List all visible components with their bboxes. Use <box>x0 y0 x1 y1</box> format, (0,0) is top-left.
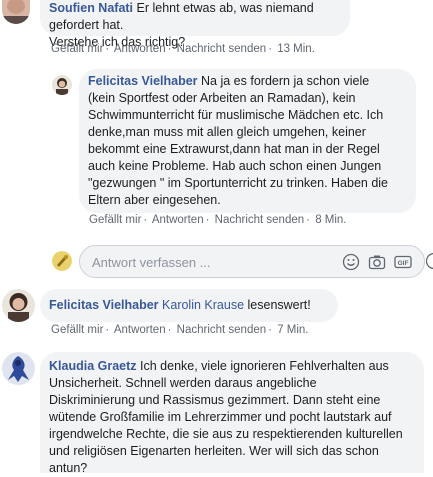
comment-author[interactable]: Felicitas Vielhaber <box>88 74 198 88</box>
comment-bubble: Felicitas Vielhaber Na ja es fordern ja … <box>79 69 416 213</box>
sticker-icon[interactable] <box>426 252 433 275</box>
reply-input[interactable] <box>90 252 334 273</box>
comment-text: Na ja es fordern ja schon viele <box>201 74 369 88</box>
avatar[interactable] <box>52 75 72 95</box>
comment-actions: Gefällt mir· Antworten· Nachricht senden… <box>89 214 347 226</box>
current-user-avatar <box>52 251 72 271</box>
emoji-icon[interactable] <box>342 253 360 276</box>
comment-author[interactable]: Felicitas Vielhaber <box>49 298 159 312</box>
avatar[interactable] <box>2 289 35 322</box>
comment-text: und religiösen Eigenarten herleiten. Wer… <box>49 444 379 458</box>
timestamp[interactable]: 13 Min. <box>277 43 315 55</box>
like-link[interactable]: Gefällt mir <box>51 43 103 55</box>
comment-bubble: Klaudia Graetz Ich denke, viele ignorier… <box>40 352 424 473</box>
comment-text: auch keine Probleme. Hab auch schon eine… <box>88 159 381 173</box>
comment-text: Unsicherheit. Schnell werden daraus ange… <box>49 376 317 390</box>
timestamp[interactable]: 8 Min. <box>315 214 346 226</box>
comment-text: Schwimmunterricht für muslimische Mädche… <box>88 108 383 122</box>
like-link[interactable]: Gefällt mir <box>89 214 141 226</box>
comment-text: "gezwungen " im Sportunterricht zu trink… <box>88 176 388 190</box>
comment-actions: Gefällt mir· Antworten· Nachricht senden… <box>51 324 309 336</box>
comment-text: Diskriminierung und Rassismus gezimmert.… <box>49 393 380 407</box>
comment-text: Ich denke, viele ignorieren Fehlverhalte… <box>140 359 389 373</box>
svg-text:GIF: GIF <box>398 260 409 267</box>
comment-text: denke,man muss mit allen gleich umgehen,… <box>88 125 366 139</box>
comment-bubble: Soufien Nafati Er lehnt etwas ab, was ni… <box>40 0 350 36</box>
message-link[interactable]: Nachricht senden <box>177 43 267 55</box>
comment-text: bekommt eine Extrawurst,dann hat man in … <box>88 142 380 156</box>
reply-link[interactable]: Antworten <box>114 43 166 55</box>
comment-text: (kein Sportfest oder Arbeiten an Ramadan… <box>88 91 356 105</box>
comment-actions: Gefällt mir· Antworten· Nachricht senden… <box>51 43 315 55</box>
comment-text: Eltern aber eingesehen. <box>88 193 221 207</box>
message-link[interactable]: Nachricht senden <box>177 324 267 336</box>
gif-icon[interactable]: GIF <box>394 253 412 276</box>
comment-text: lesenswert! <box>248 298 311 312</box>
reply-link[interactable]: Antworten <box>114 324 166 336</box>
comment-author[interactable]: Soufien Nafati <box>49 1 133 15</box>
reply-input-box[interactable]: GIF <box>79 245 425 278</box>
comment-text: irgendwelche Rechte, die sie aus zu resp… <box>49 427 403 441</box>
comment-text: wütende Großfamilie im Lehrerzimmer und … <box>49 410 392 424</box>
avatar[interactable] <box>2 352 35 385</box>
message-link[interactable]: Nachricht senden <box>215 214 305 226</box>
timestamp[interactable]: 7 Min. <box>277 324 308 336</box>
reply-link[interactable]: Antworten <box>152 214 204 226</box>
camera-icon[interactable] <box>368 253 386 276</box>
comment-bubble: Felicitas Vielhaber Karolin Krause lesen… <box>40 289 338 322</box>
avatar[interactable] <box>2 0 30 24</box>
like-link[interactable]: Gefällt mir <box>51 324 103 336</box>
mention-link[interactable]: Karolin Krause <box>162 298 244 312</box>
comment-author[interactable]: Klaudia Graetz <box>49 359 137 373</box>
